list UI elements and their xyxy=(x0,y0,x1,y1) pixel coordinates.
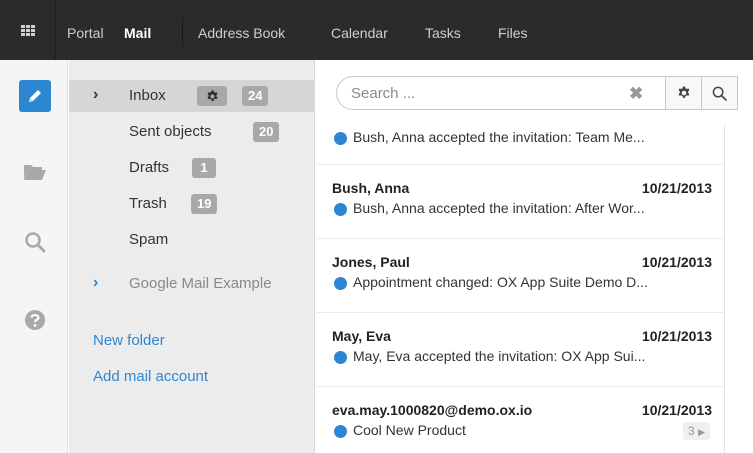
folder-trash-label: Trash xyxy=(129,195,167,212)
mail-item[interactable]: Jones, Paul 10/21/2013 Appointment chang… xyxy=(316,242,724,306)
nav-tasks[interactable]: Tasks xyxy=(425,0,461,60)
search-icon xyxy=(712,86,727,101)
mail-sender: Jones, Paul xyxy=(332,254,410,270)
add-mail-account-link[interactable]: Add mail account xyxy=(93,368,208,385)
mail-item[interactable]: Bush, Anna accepted the invitation: Team… xyxy=(316,124,724,164)
unread-count-badge: 20 xyxy=(253,122,280,142)
folder-drafts[interactable]: Drafts 1 xyxy=(69,152,314,184)
unread-count-badge: 19 xyxy=(191,194,218,214)
mail-item[interactable]: eva.may.1000820@demo.ox.io 10/21/2013 Co… xyxy=(316,390,724,453)
unread-dot-icon xyxy=(334,132,347,145)
pencil-icon xyxy=(29,90,41,102)
search-submit-button[interactable] xyxy=(702,76,738,110)
row-divider xyxy=(316,386,724,387)
search-icon xyxy=(25,232,46,253)
nav-calendar[interactable]: Calendar xyxy=(331,0,388,60)
search-input[interactable] xyxy=(351,83,611,103)
unread-dot-icon xyxy=(334,277,347,290)
mail-subject: May, Eva accepted the invitation: OX App… xyxy=(353,348,646,364)
play-right-icon: ▶ xyxy=(698,427,705,437)
unread-dot-icon xyxy=(334,203,347,216)
row-divider xyxy=(316,238,724,239)
mail-item[interactable]: Bush, Anna 10/21/2013 Bush, Anna accepte… xyxy=(316,168,724,232)
search-box: ✖ xyxy=(336,76,666,110)
mail-date: 10/21/2013 xyxy=(641,402,712,418)
compose-button[interactable] xyxy=(19,80,51,112)
folder-inbox[interactable]: › Inbox 24 xyxy=(69,80,314,112)
top-navigation-bar: Portal Mail Address Book Calendar Tasks … xyxy=(0,0,753,60)
new-folder-link[interactable]: New folder xyxy=(93,332,165,349)
thread-count: 3 xyxy=(688,424,695,438)
unread-dot-icon xyxy=(334,425,347,438)
unread-count-badge: 24 xyxy=(242,86,269,106)
help-button[interactable] xyxy=(19,304,51,336)
scrollbar[interactable] xyxy=(724,124,725,453)
folder-view-button[interactable] xyxy=(19,156,51,188)
mail-item[interactable]: May, Eva 10/21/2013 May, Eva accepted th… xyxy=(316,316,724,380)
folder-icon xyxy=(24,165,46,180)
mail-sender: May, Eva xyxy=(332,328,391,344)
clear-search-icon[interactable]: ✖ xyxy=(629,84,643,104)
folder-spam-label: Spam xyxy=(129,231,169,248)
nav-portal[interactable]: Portal xyxy=(67,0,104,60)
folder-drafts-label: Drafts xyxy=(129,159,170,176)
help-icon xyxy=(25,310,45,330)
nav-files[interactable]: Files xyxy=(498,0,528,60)
gear-icon xyxy=(678,86,689,98)
folder-google-mail[interactable]: › Google Mail Example xyxy=(69,268,314,300)
folder-trash[interactable]: Trash 19 xyxy=(69,188,314,220)
nav-divider xyxy=(182,18,183,46)
mail-subject: Bush, Anna accepted the invitation: Team… xyxy=(353,129,645,145)
apps-grid-icon xyxy=(20,24,35,36)
folder-tree: › Inbox 24 Sent objects 20 Drafts 1 Tras… xyxy=(69,60,315,453)
thread-count-badge[interactable]: 3 ▶ xyxy=(683,422,710,440)
gear-icon xyxy=(206,89,218,101)
mail-date: 10/21/2013 xyxy=(641,328,712,344)
folder-spam[interactable]: Spam xyxy=(69,224,314,256)
mail-subject: Appointment changed: OX App Suite Demo D… xyxy=(353,274,648,290)
unread-count-badge: 1 xyxy=(192,158,216,178)
chevron-right-icon[interactable]: › xyxy=(93,86,98,104)
apps-launcher-button[interactable] xyxy=(0,0,56,60)
row-divider xyxy=(316,312,724,313)
folder-sent-label: Sent objects xyxy=(129,123,212,140)
folder-options-button[interactable] xyxy=(197,86,227,106)
nav-mail[interactable]: Mail xyxy=(124,0,151,60)
mail-date: 10/21/2013 xyxy=(641,180,712,196)
search-options-button[interactable] xyxy=(666,76,702,110)
row-divider xyxy=(316,164,724,165)
folder-google-mail-label: Google Mail Example xyxy=(129,275,272,292)
folder-sent[interactable]: Sent objects 20 xyxy=(69,116,314,148)
folder-inbox-label: Inbox xyxy=(129,87,166,104)
mail-subject: Cool New Product xyxy=(353,422,466,438)
nav-address-book[interactable]: Address Book xyxy=(198,0,285,60)
mail-list-pane: ✖ Bush, Anna accepted the invitation: Te… xyxy=(316,60,753,453)
unread-dot-icon xyxy=(334,351,347,364)
mail-subject: Bush, Anna accepted the invitation: Afte… xyxy=(353,200,645,216)
mail-sender: eva.may.1000820@demo.ox.io xyxy=(332,402,533,418)
mail-sender: Bush, Anna xyxy=(332,180,410,196)
chevron-right-icon[interactable]: › xyxy=(93,274,98,292)
mail-date: 10/21/2013 xyxy=(641,254,712,270)
search-view-button[interactable] xyxy=(19,226,51,258)
left-icon-rail xyxy=(0,60,68,453)
